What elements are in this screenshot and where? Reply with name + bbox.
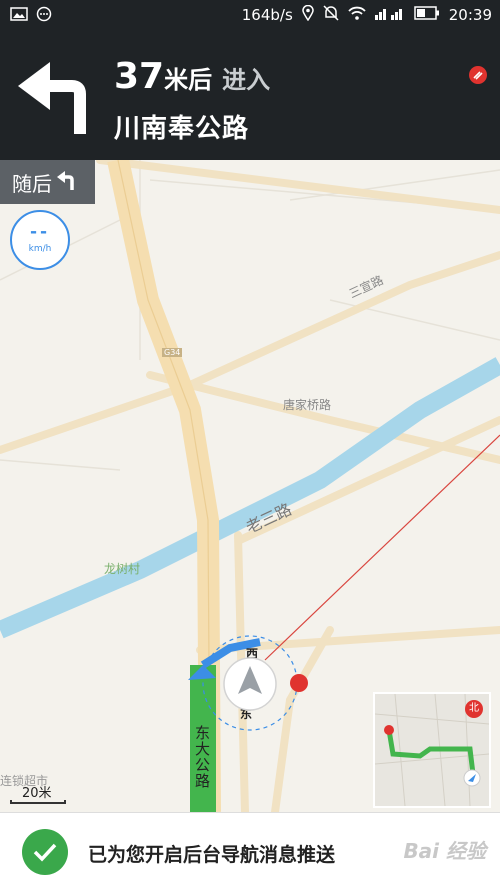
wifi-icon	[348, 6, 366, 24]
location-icon	[302, 4, 314, 25]
speed-unit: km/h	[28, 244, 52, 254]
next-turn-label: 随后	[12, 171, 52, 196]
next-turn-indicator: 随后	[0, 160, 95, 204]
net-speed: 164b/s	[241, 6, 293, 24]
car-position-icon	[222, 656, 278, 716]
turn-left-icon	[56, 169, 78, 196]
distance-instruction: 37米后 进入	[114, 56, 270, 97]
check-icon	[22, 829, 68, 875]
navigation-banner: 37米后 进入 川南奉公路	[0, 30, 500, 160]
map-view[interactable]: 三宣路 唐家桥路 老三路 龙树村 东大公路 西 东 连锁超市 G34 随后 --…	[0, 160, 500, 812]
highway-badge: G34	[162, 348, 183, 357]
action-text: 进入	[222, 66, 271, 94]
overview-minimap[interactable]: 北	[373, 692, 491, 808]
road-label-tangjiaqiao: 唐家桥路	[283, 398, 332, 412]
turn-left-icon	[18, 60, 94, 140]
scale-line	[10, 800, 66, 804]
status-bar: 164b/s 20:39	[0, 0, 500, 30]
watermark: Bai 经验	[403, 839, 486, 863]
scale-bar: 20米	[10, 782, 68, 804]
notification-toast: 已为您开启后台导航消息推送 Bai 经验	[0, 812, 500, 889]
mute-icon	[323, 5, 339, 25]
toast-message: 已为您开启后台导航消息推送	[88, 844, 336, 866]
image-icon	[10, 7, 28, 25]
road-label-dongda: 东大公路	[195, 724, 211, 790]
place-label-longshu: 龙树村	[104, 562, 141, 576]
speed-value: --	[29, 222, 51, 242]
report-icon[interactable]	[468, 65, 488, 89]
clock: 20:39	[448, 6, 492, 24]
battery-icon	[414, 6, 440, 24]
distance-unit: 米后	[164, 66, 213, 94]
distance-number: 37	[114, 56, 165, 97]
road-name: 川南奉公路	[114, 114, 250, 144]
message-icon	[36, 6, 52, 26]
signal-icon	[374, 6, 405, 24]
scale-label: 20米	[22, 786, 52, 801]
speedometer: -- km/h	[10, 210, 70, 270]
north-indicator: 北	[465, 700, 483, 718]
